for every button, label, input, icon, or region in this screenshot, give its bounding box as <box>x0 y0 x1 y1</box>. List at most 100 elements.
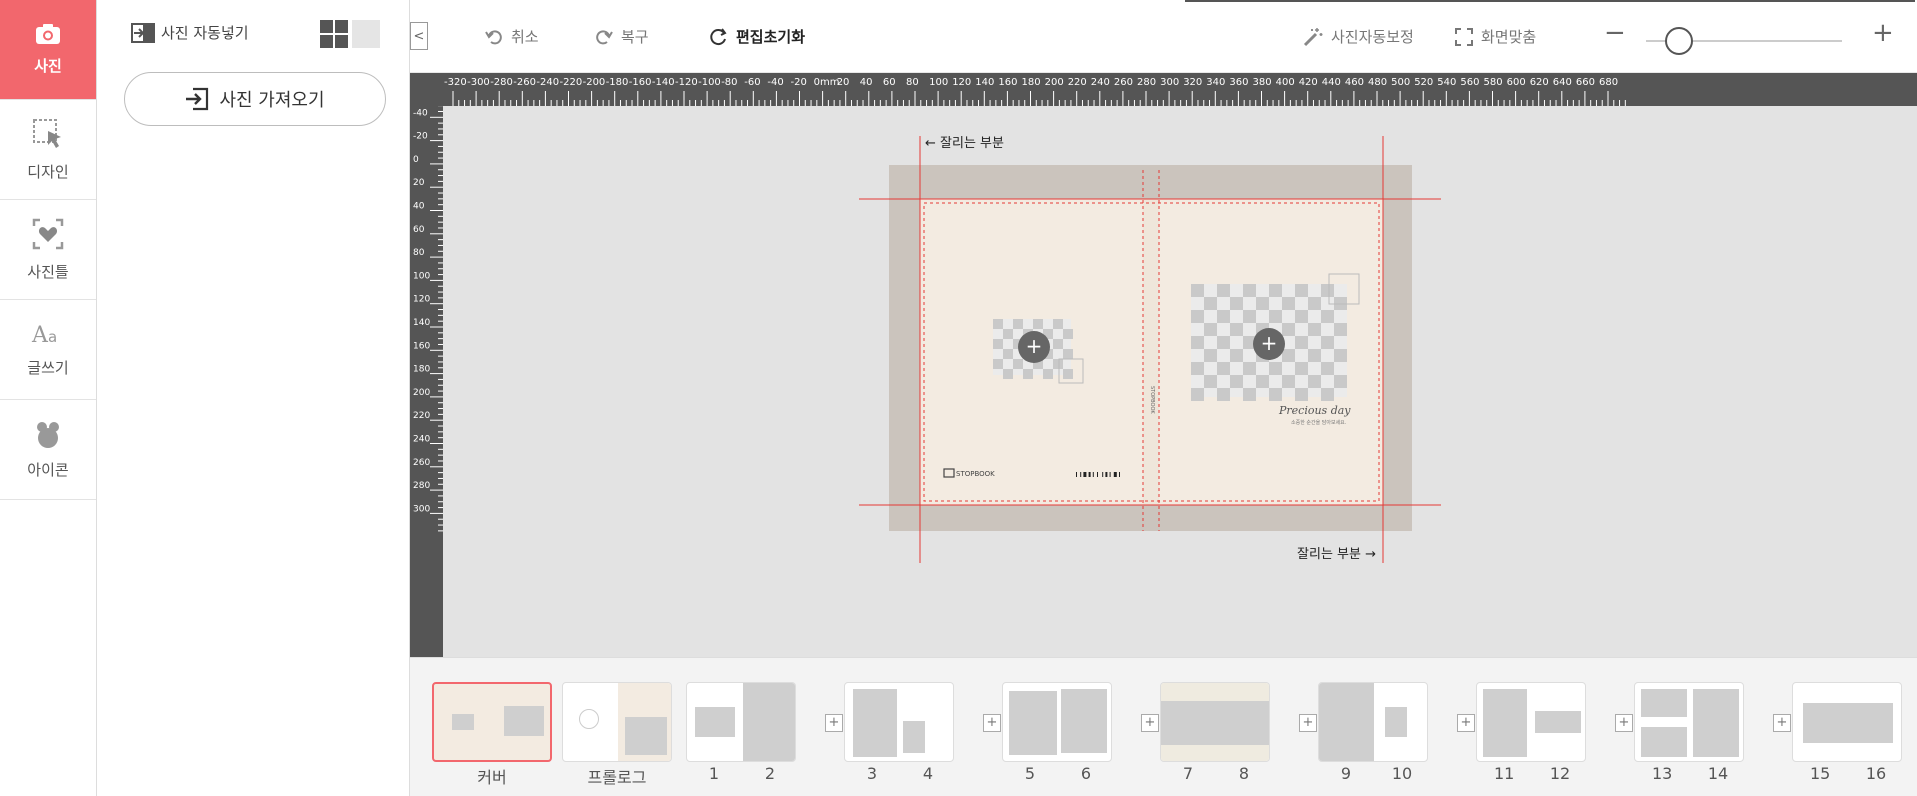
auto-fill-icon <box>131 22 155 43</box>
ruler-top-label: -320 <box>444 77 467 88</box>
add-page-button[interactable]: + <box>1141 714 1159 732</box>
ruler-top-label: 80 <box>906 77 919 88</box>
add-page-button[interactable]: + <box>1457 714 1475 732</box>
page-number: 16 <box>1865 764 1887 783</box>
zoom-slider-handle[interactable] <box>1665 27 1693 55</box>
ruler-top-label: 640 <box>1553 77 1572 88</box>
ruler-top-label: -280 <box>490 77 513 88</box>
ruler-top-label: 660 <box>1576 77 1595 88</box>
ruler-top-label: 140 <box>975 77 994 88</box>
add-page-button[interactable]: + <box>1615 714 1633 732</box>
thumb-spread[interactable] <box>844 682 954 762</box>
photo-slot-back[interactable]: + <box>993 319 1084 384</box>
cut-label-left: ← 잘리는 부분 <box>925 136 1004 151</box>
ruler-top-label: 20 <box>837 77 850 88</box>
sidebar-item-frame[interactable]: 사진틀 <box>0 200 96 300</box>
add-page-button[interactable]: + <box>825 714 843 732</box>
grid-view-icon[interactable] <box>320 20 348 48</box>
thumb-spread[interactable] <box>686 682 796 762</box>
thumb-spread[interactable] <box>1476 682 1586 762</box>
import-label: 사진 가져오기 <box>219 90 325 111</box>
ruler-left-label: 260 <box>413 458 430 468</box>
zoom-out-button[interactable]: − <box>1604 18 1626 48</box>
sidebar-item-photo[interactable]: 사진 <box>0 0 96 100</box>
ruler-left-label: 300 <box>413 504 430 514</box>
thumb-spread[interactable] <box>1318 682 1428 762</box>
thumb-spread[interactable] <box>1002 682 1112 762</box>
auto-correct-button[interactable]: 사진자동보정 <box>1303 26 1414 47</box>
page-number: 11 <box>1494 764 1515 783</box>
svg-text:+: + <box>1026 334 1043 358</box>
ruler-top-label: 560 <box>1460 77 1479 88</box>
auto-fill-button[interactable]: 사진 자동넣기 <box>131 22 249 43</box>
photo-slot-front[interactable]: + <box>1191 273 1360 401</box>
collapse-panel-button[interactable]: < <box>410 22 428 50</box>
top-toolbar: < 취소 복구 편집초기화 사진자동보정 화면맞춤 − + <box>410 0 1917 73</box>
redo-icon <box>596 29 613 44</box>
reset-label: 편집초기화 <box>736 28 806 46</box>
svg-text:A: A <box>31 323 49 347</box>
undo-button[interactable]: 취소 <box>485 26 539 47</box>
spine <box>1143 199 1159 505</box>
ruler-top-label: -80 <box>721 77 737 88</box>
ruler-top-label: -40 <box>767 77 783 88</box>
ruler-left-label: -20 <box>413 132 428 142</box>
page-number: 5 <box>1024 764 1036 783</box>
view-toggle <box>320 20 380 48</box>
top-border-line <box>1185 0 1915 2</box>
ruler-top-label: 400 <box>1276 77 1295 88</box>
ruler-top-label: -180 <box>606 77 629 88</box>
ruler-top-label: 300 <box>1160 77 1179 88</box>
thumb-cover[interactable] <box>432 682 552 762</box>
page-number: 9 <box>1340 764 1352 783</box>
sidebar-item-clipart[interactable]: 아이콘 <box>0 400 96 500</box>
add-page-button[interactable]: + <box>1773 714 1791 732</box>
sidebar-item-text[interactable]: Aa 글쓰기 <box>0 300 96 400</box>
sidebar-item-label: 글쓰기 <box>27 359 69 377</box>
magic-wand-icon <box>1303 27 1323 46</box>
ruler-top-label: 160 <box>998 77 1017 88</box>
sidebar-item-design[interactable]: 디자인 <box>0 100 96 200</box>
frame-heart-icon <box>32 218 64 250</box>
thumb-prologue[interactable] <box>562 682 672 762</box>
ruler-top-label: -100 <box>698 77 721 88</box>
single-view-icon[interactable] <box>352 20 380 48</box>
ruler-top-label: 620 <box>1530 77 1549 88</box>
ruler-top-label: 500 <box>1391 77 1410 88</box>
thumb-spread[interactable] <box>1792 682 1902 762</box>
ruler-left-label: 100 <box>413 271 430 281</box>
ruler-left-label: 280 <box>413 481 430 491</box>
ruler-top-label: -300 <box>467 77 490 88</box>
ruler-top-label: 680 <box>1599 77 1618 88</box>
clipart-icon <box>37 422 59 448</box>
ruler-left-label: 0 <box>413 155 419 165</box>
ruler-top-label: 360 <box>1229 77 1248 88</box>
photo-panel: 사진 자동넣기 사진 가져오기 <box>97 0 410 796</box>
ruler-top-label: 220 <box>1068 77 1087 88</box>
thumb-spread[interactable] <box>1160 682 1270 762</box>
page-number: 14 <box>1707 764 1729 783</box>
editor-root: 사진 디자인 사진틀 Aa 글쓰기 아이콘 사진 자동넣기 사진 가져오기 < … <box>0 0 1917 796</box>
ruler-top-label: -200 <box>583 77 606 88</box>
add-page-button[interactable]: + <box>983 714 1001 732</box>
redo-button[interactable]: 복구 <box>595 26 649 47</box>
ruler-top-label: 520 <box>1414 77 1433 88</box>
ruler-top-label: 200 <box>1045 77 1064 88</box>
thumb-spread[interactable] <box>1634 682 1744 762</box>
add-page-button[interactable]: + <box>1299 714 1317 732</box>
ruler-top-label: 440 <box>1322 77 1341 88</box>
import-icon <box>186 87 209 111</box>
fit-label: 화면맞춤 <box>1481 28 1537 46</box>
ruler-top-label: 480 <box>1368 77 1387 88</box>
reset-edit-button[interactable]: 편집초기화 <box>708 26 805 47</box>
ruler-top-label: 40 <box>860 77 873 88</box>
import-photos-button[interactable]: 사진 가져오기 <box>124 72 386 126</box>
page-number: 4 <box>922 764 934 783</box>
fit-screen-button[interactable]: 화면맞춤 <box>1455 26 1536 47</box>
undo-icon <box>485 29 502 44</box>
page-number: 12 <box>1549 764 1571 783</box>
zoom-in-button[interactable]: + <box>1872 18 1894 48</box>
svg-text:+: + <box>1261 331 1278 355</box>
ruler-left-label: 140 <box>413 318 430 328</box>
horizontal-ruler: -320 -300 -280 -260 -240 -220 -200 -180 -160 -140… <box>410 73 1917 106</box>
